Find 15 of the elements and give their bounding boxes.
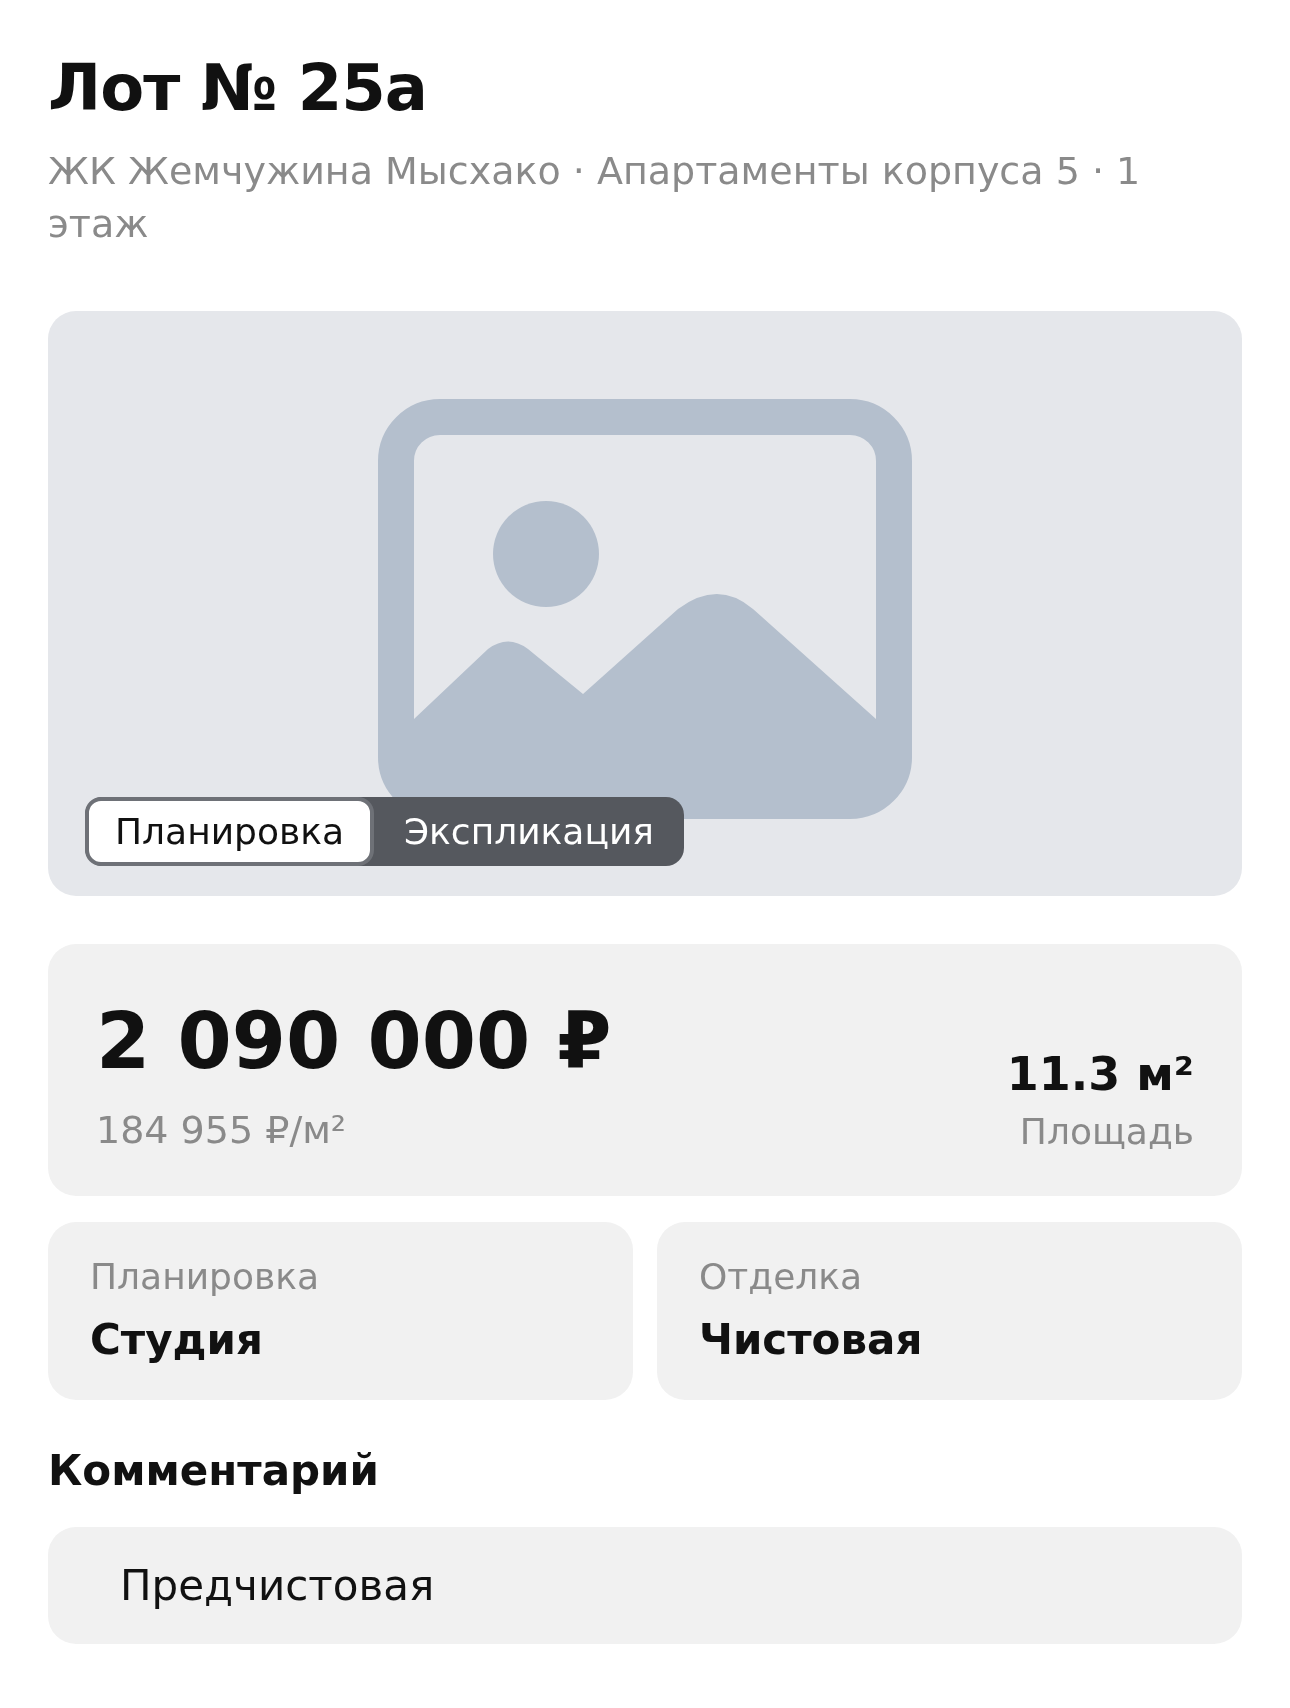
area-value: 11.3 м² <box>1006 1047 1194 1102</box>
price: 2 090 000 ₽ <box>96 1002 612 1081</box>
view-tab[interactable]: Экспликация <box>374 797 684 867</box>
lot-subtitle: ЖК Жемчужина Мысхако · Апартаменты корпуса 5 · 1 этаж <box>48 147 1142 248</box>
view-tab[interactable]: Планировка <box>85 797 374 867</box>
comment-heading: Комментарий <box>48 1446 380 1496</box>
image-placeholder-icon <box>378 399 912 820</box>
lot-title: Лот № 25а <box>48 50 429 127</box>
detail-value: Студия <box>90 1315 264 1365</box>
detail-label: Отделка <box>699 1256 864 1298</box>
detail-label: Планировка <box>90 1256 320 1298</box>
area-label: Площадь <box>1018 1111 1194 1153</box>
comment-text: Предчистовая <box>48 1527 1242 1645</box>
detail-value: Чистовая <box>699 1315 924 1365</box>
price-per-meter: 184 955 ₽/м² <box>96 1108 348 1153</box>
